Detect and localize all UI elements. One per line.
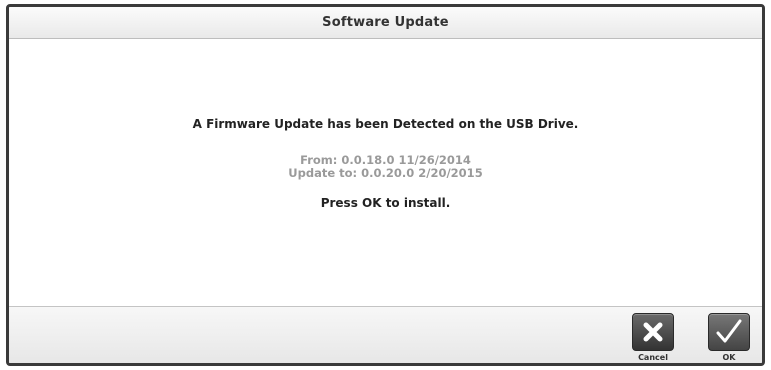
screen: Software Update A Firmware Update has be…	[0, 0, 771, 370]
update-to-version-text: Update to: 0.0.20.0 2/20/2015	[288, 166, 483, 180]
checkmark-icon	[716, 319, 742, 343]
from-version-text: From: 0.0.18.0 11/26/2014	[300, 153, 471, 167]
dialog-titlebar: Software Update	[9, 7, 762, 39]
dialog-content: A Firmware Update has been Detected on t…	[9, 39, 762, 307]
dialog-title: Software Update	[322, 15, 449, 30]
cancel-label: Cancel	[638, 353, 668, 362]
software-update-dialog: Software Update A Firmware Update has be…	[6, 4, 765, 366]
ok-icon-box[interactable]	[708, 313, 750, 351]
install-prompt: Press OK to install.	[320, 196, 451, 210]
x-icon	[643, 322, 663, 342]
ok-label: OK	[722, 353, 736, 362]
cancel-icon-box[interactable]	[632, 313, 674, 351]
firmware-detected-message: A Firmware Update has been Detected on t…	[192, 117, 579, 131]
cancel-button[interactable]: Cancel	[630, 313, 676, 362]
ok-button[interactable]: OK	[706, 313, 752, 362]
dialog-footer: Cancel OK	[9, 306, 762, 363]
